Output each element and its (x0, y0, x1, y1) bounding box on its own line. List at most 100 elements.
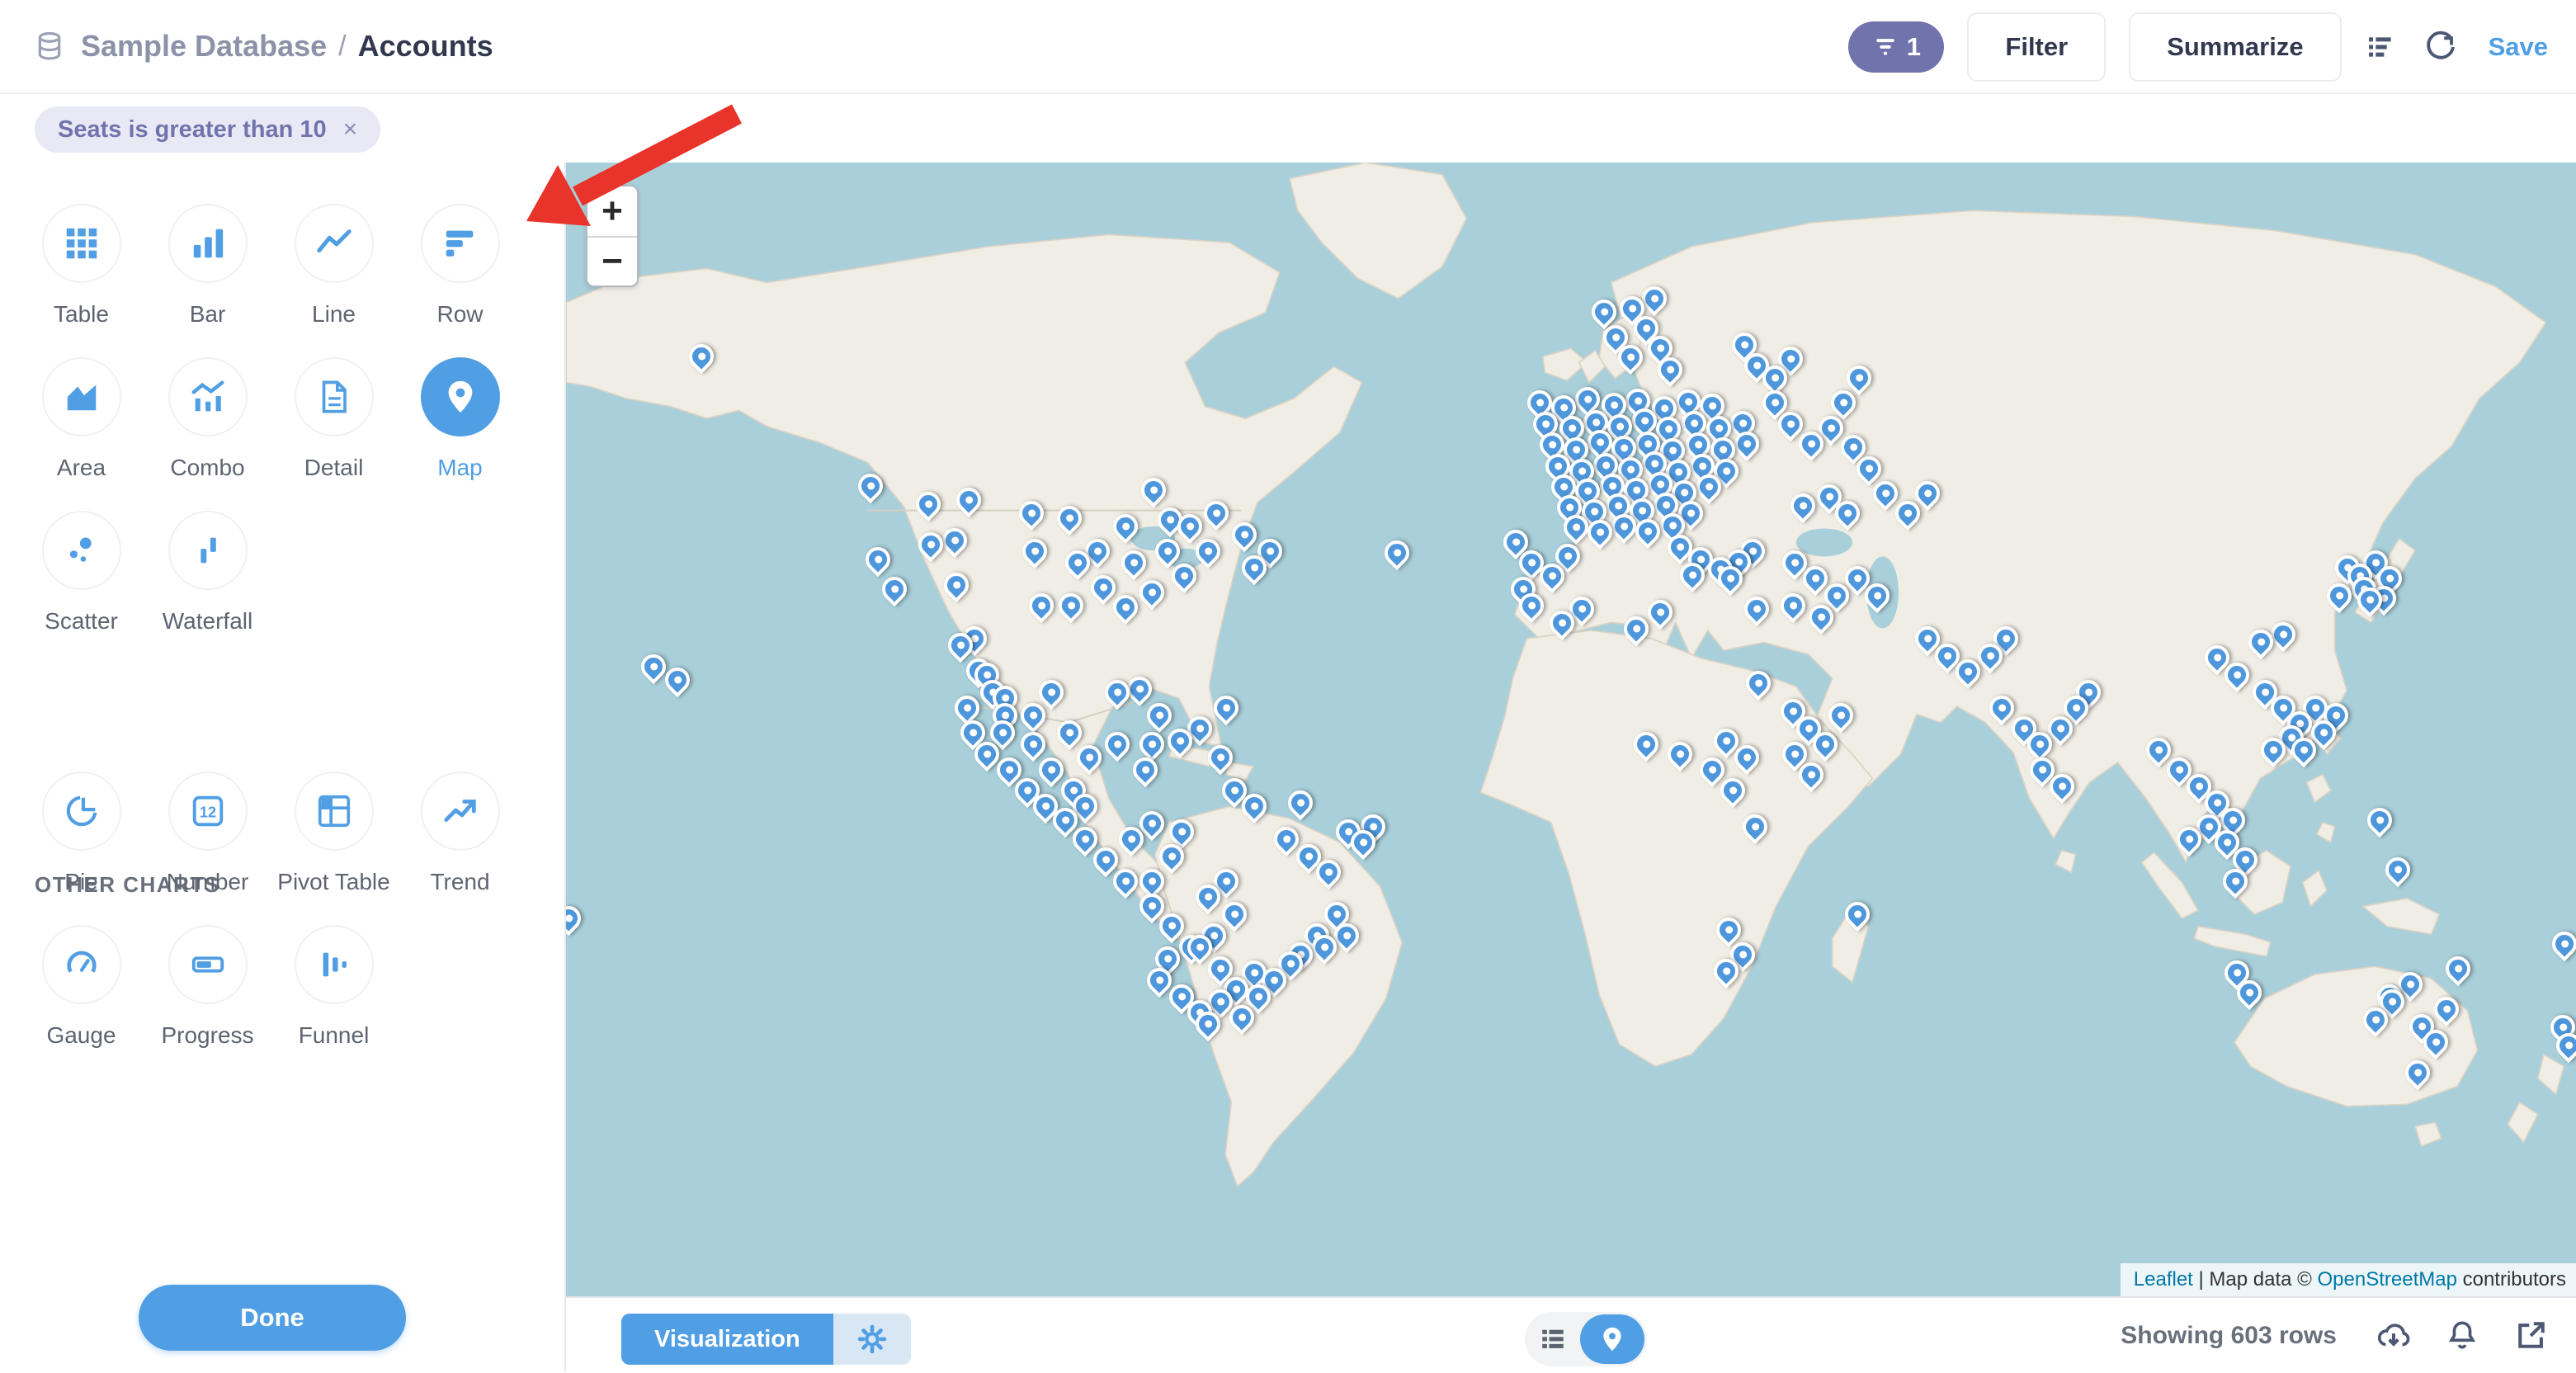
pie-chart-icon (42, 771, 121, 851)
chart-type-combo[interactable]: Combo (144, 357, 271, 481)
gauge-chart-icon (42, 925, 121, 1004)
filter-chip-row: Seats is greater than 10 × (0, 96, 2576, 163)
chart-type-pie[interactable]: Pie (18, 771, 144, 895)
chart-type-label: Detail (304, 455, 364, 481)
bell-icon[interactable] (2444, 1317, 2482, 1355)
external-link-icon[interactable] (2513, 1317, 2551, 1355)
chart-type-label: Waterfall (163, 608, 252, 635)
number-chart-icon: 12 (168, 771, 248, 851)
filter-funnel-icon (1872, 34, 1899, 60)
zoom-out-button[interactable]: − (587, 236, 637, 285)
table-view-button[interactable] (1525, 1324, 1581, 1354)
map-zoom-control: + − (586, 185, 639, 287)
footer-right: Showing 603 rows (2121, 1298, 2551, 1373)
map-attribution: Leaflet | Map data © OpenStreetMap contr… (2121, 1263, 2576, 1296)
visualization-settings-button[interactable] (833, 1314, 911, 1365)
chart-type-map[interactable]: Map (397, 357, 523, 481)
chart-type-gauge[interactable]: Gauge (18, 925, 144, 1049)
chart-type-row[interactable]: Row (397, 204, 523, 328)
chart-type-label: Pie (64, 869, 97, 895)
chart-type-area[interactable]: Area (18, 357, 144, 481)
map-view-button[interactable] (1580, 1314, 1644, 1364)
table-toggle-icon (1538, 1324, 1568, 1354)
chart-type-label: Table (54, 301, 109, 328)
chart-type-label: Trend (430, 869, 489, 895)
attribution-suffix: contributors (2457, 1268, 2566, 1291)
line-chart-icon (295, 204, 374, 283)
close-icon[interactable]: × (343, 117, 358, 142)
chart-type-line[interactable]: Line (271, 204, 397, 328)
pivot-table-icon (295, 771, 374, 851)
table-chart-icon (42, 204, 121, 283)
filter-button[interactable]: Filter (1967, 12, 2106, 82)
progress-chart-icon (168, 925, 248, 1004)
refresh-icon[interactable] (2424, 29, 2460, 65)
editor-list-icon[interactable] (2365, 29, 2401, 65)
cloud-download-icon[interactable] (2375, 1317, 2413, 1355)
filter-count: 1 (1907, 32, 1921, 62)
header-actions: 1 Filter Summarize Save (1848, 0, 2548, 94)
zoom-in-button[interactable]: + (587, 186, 637, 236)
save-button[interactable]: Save (2489, 32, 2548, 62)
chart-type-label: Combo (170, 455, 244, 481)
leaflet-map[interactable]: + − Leaflet | Map data © OpenStreetMap c… (566, 163, 2576, 1296)
chart-type-bar[interactable]: Bar (144, 204, 271, 328)
header-bar: Sample Database / Accounts 1 Filter Summ… (0, 0, 2576, 94)
svg-text:12: 12 (199, 804, 215, 821)
chart-type-detail[interactable]: Detail (271, 357, 397, 481)
chart-type-sidebar: Table Bar Line Row Area Combo Detail Map Scatter… (0, 163, 566, 1371)
funnel-chart-icon (295, 925, 374, 1004)
leaflet-link[interactable]: Leaflet (2134, 1268, 2193, 1291)
chart-type-scatter[interactable]: Scatter (18, 511, 144, 635)
chart-type-funnel[interactable]: Funnel (271, 925, 397, 1049)
breadcrumb-table[interactable]: Accounts (358, 29, 493, 64)
chart-type-label: Line (312, 301, 356, 328)
summarize-button[interactable]: Summarize (2129, 12, 2341, 82)
detail-chart-icon (295, 357, 374, 436)
scatter-chart-icon (42, 511, 121, 590)
filter-chip-label: Seats is greater than 10 (58, 116, 327, 144)
chart-type-label: Map (437, 455, 482, 481)
chart-type-progress[interactable]: Progress (144, 925, 271, 1049)
footer-bar: Visualization (566, 1296, 2576, 1371)
filter-count-badge[interactable]: 1 (1848, 21, 1944, 73)
metabase-query-builder: Sample Database / Accounts 1 Filter Summ… (0, 0, 2576, 1371)
breadcrumb-database[interactable]: Sample Database (81, 29, 327, 64)
chart-type-trend[interactable]: Trend (397, 771, 523, 895)
map-pin-toggle-icon (1598, 1325, 1626, 1353)
chart-type-pivot-table[interactable]: Pivot Table (271, 771, 397, 895)
chart-type-waterfall[interactable]: Waterfall (144, 511, 271, 635)
combo-chart-icon (168, 357, 248, 436)
gear-icon (856, 1323, 888, 1355)
breadcrumb-separator: / (338, 31, 346, 63)
openstreetmap-link[interactable]: OpenStreetMap (2318, 1268, 2457, 1291)
chart-type-number[interactable]: 12 Number (144, 771, 271, 895)
world-map-landmasses (566, 163, 2576, 1296)
chart-type-label: Row (436, 301, 483, 328)
trend-chart-icon (421, 771, 500, 851)
chart-type-label: Pivot Table (277, 869, 389, 895)
table-map-toggle (1525, 1312, 1647, 1366)
map-chart-icon (421, 357, 500, 436)
area-chart-icon (42, 357, 121, 436)
waterfall-chart-icon (168, 511, 248, 590)
row-count: Showing 603 rows (2121, 1322, 2337, 1350)
visualization-group: Visualization (621, 1314, 911, 1365)
done-button[interactable]: Done (139, 1285, 406, 1351)
chart-type-label: Gauge (46, 1022, 116, 1049)
database-icon (33, 28, 69, 64)
main-chart-grid: Table Bar Line Row Area Combo Detail Map Scatter… (18, 204, 546, 664)
attribution-text: | Map data © (2193, 1268, 2318, 1291)
chart-type-label: Number (167, 869, 249, 895)
row-chart-icon (421, 204, 500, 283)
breadcrumb: Sample Database / Accounts (33, 28, 493, 64)
chart-type-label: Area (57, 455, 106, 481)
filter-chip[interactable]: Seats is greater than 10 × (35, 106, 380, 153)
bar-chart-icon (168, 204, 248, 283)
chart-type-label: Progress (161, 1022, 253, 1049)
other-chart-grid: Pie 12 Number Pivot Table Trend Gauge Progress… (18, 771, 546, 1078)
chart-type-label: Scatter (45, 608, 118, 635)
chart-type-table[interactable]: Table (18, 204, 144, 328)
visualization-button[interactable]: Visualization (621, 1314, 833, 1365)
chart-type-label: Funnel (299, 1022, 370, 1049)
